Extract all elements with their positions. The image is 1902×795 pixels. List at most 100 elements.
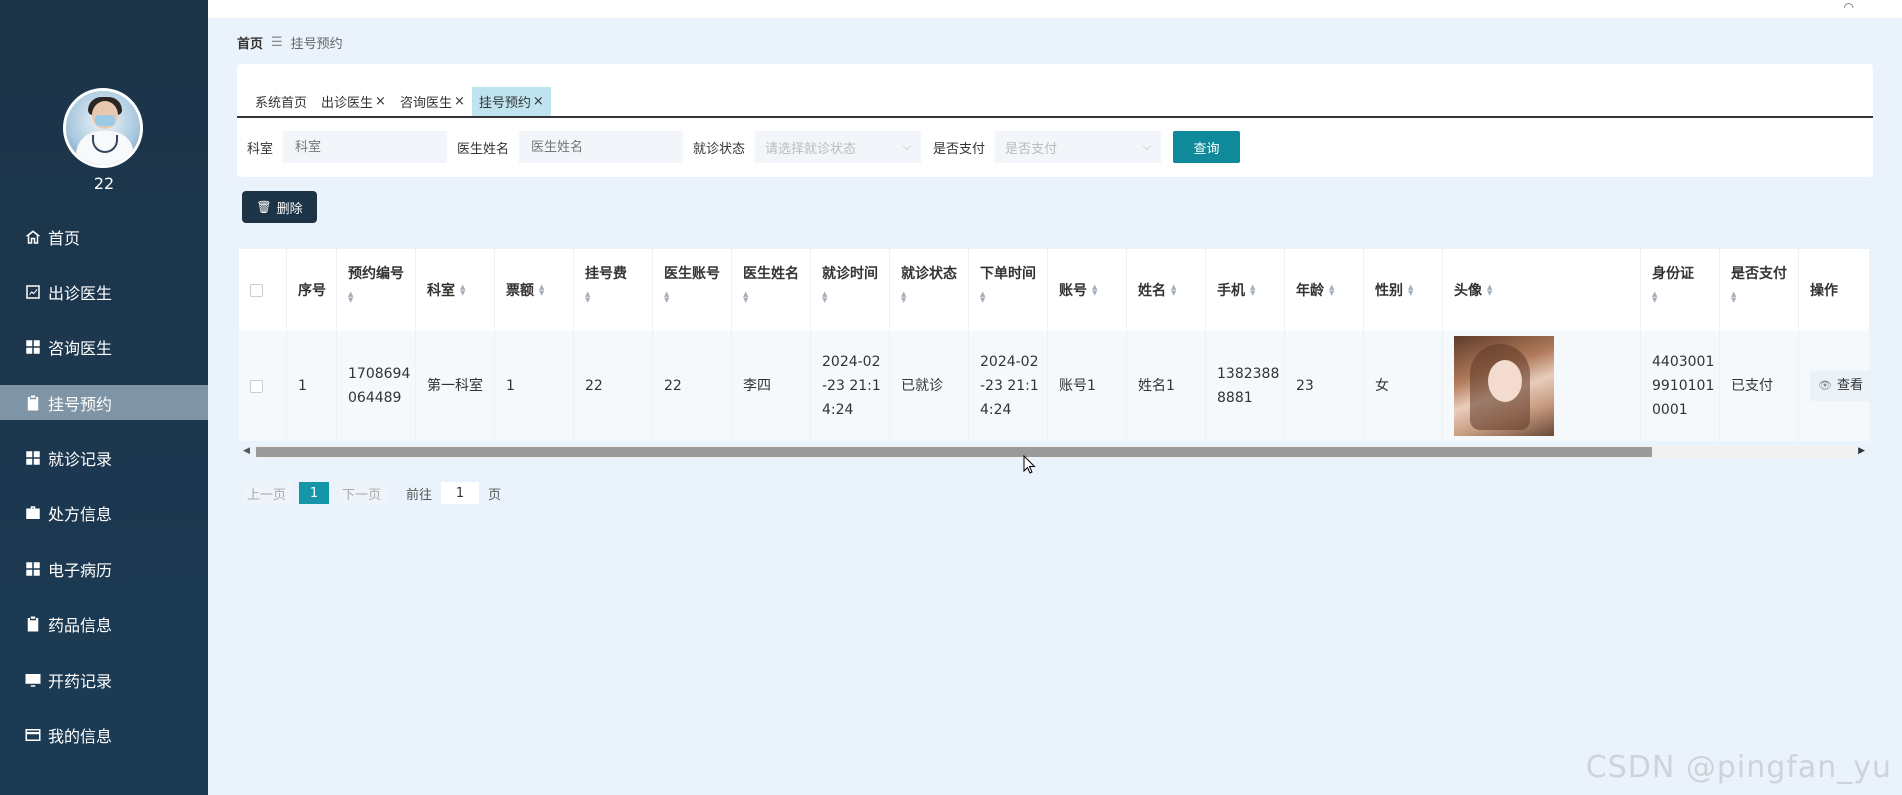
header-cell: 序号 [287, 249, 337, 331]
sidebar-item-label: 开药记录 [48, 671, 113, 691]
table-header: 序号 预约编号 ▲ ▼ 科室 ▲ ▼ 票额 ▲ ▼ 挂号费 ▲ ▼ 医生账号 ▲ ▼ 医生姓名 ▲ ▼ … [239, 249, 1869, 331]
tab-appointment[interactable]: 挂号预约 × [471, 87, 551, 116]
header-cell[interactable]: 票额 ▲ ▼ [495, 249, 574, 331]
sort-icon: ▲ ▼ [539, 283, 545, 297]
header-cell[interactable]: 身份证 ▲ ▼ [1641, 249, 1720, 331]
pagination: 上一页 1 下一页 前往 页 [242, 482, 501, 504]
header-cell[interactable]: 年龄 ▲ ▼ [1285, 249, 1364, 331]
department-input[interactable] [283, 131, 448, 163]
sidebar-item-visit-records[interactable]: 就诊记录 [0, 441, 208, 476]
cell-phone: 1382388 8881 [1206, 331, 1285, 441]
goto-page-input[interactable] [441, 482, 480, 504]
sidebar-item-prescriptions[interactable]: 处方信息 [0, 496, 208, 531]
header-cell[interactable]: 是否支付 ▲ ▼ [1720, 249, 1799, 331]
user-menu-icon[interactable]: ◠ [1844, 0, 1854, 14]
sidebar-item-consult-doctors[interactable]: 咨询医生 [0, 330, 208, 365]
scrollbar-thumb[interactable] [256, 447, 1652, 457]
top-header-bar [208, 0, 1902, 18]
paid-select[interactable]: 是否支付 ⌵ [995, 131, 1162, 163]
mouse-cursor-icon [1023, 455, 1036, 474]
header-cell: 操作 [1799, 249, 1869, 331]
briefcase-icon [24, 504, 42, 522]
header-cell[interactable]: 姓名 ▲ ▼ [1127, 249, 1206, 331]
header-cell[interactable]: 预约编号 ▲ ▼ [337, 249, 416, 331]
close-icon[interactable]: × [454, 94, 465, 109]
sidebar-item-emr[interactable]: 电子病历 [0, 551, 208, 586]
sort-icon: ▲ ▼ [1408, 283, 1414, 297]
header-cell[interactable]: 挂号费 ▲ ▼ [574, 249, 653, 331]
table-row: 1 1708694 064489 第一科室 1 22 22 李四 2024-02… [239, 331, 1869, 441]
delete-label: 删除 [276, 201, 303, 217]
eye-icon: 👁 [1818, 379, 1832, 392]
chart-icon [24, 283, 42, 301]
row-checkbox[interactable] [250, 379, 263, 393]
visit-status-select[interactable]: 请选择就诊状态 ⌵ [755, 131, 922, 163]
header-cell[interactable]: 头像 ▲ ▼ [1443, 249, 1641, 331]
tab-system-home[interactable]: 系统首页 [248, 87, 314, 116]
header-cell[interactable]: 医生账号 ▲ ▼ [653, 249, 732, 331]
header-cell[interactable]: 账号 ▲ ▼ [1048, 249, 1127, 331]
paid-label: 是否支付 [933, 141, 986, 157]
header-cell[interactable]: 就诊状态 ▲ ▼ [890, 249, 969, 331]
cell-doctor-account: 22 [653, 331, 732, 441]
page-1-button[interactable]: 1 [299, 482, 330, 504]
scroll-right-icon[interactable]: ▶ [1858, 446, 1865, 456]
trash-icon: 🗑 [256, 200, 272, 214]
goto-label: 前往 [406, 487, 433, 503]
sidebar-item-label: 处方信息 [48, 505, 113, 525]
sidebar-item-label: 药品信息 [48, 616, 113, 636]
header-cell[interactable]: 就诊时间 ▲ ▼ [811, 249, 890, 331]
header-cell[interactable]: 科室 ▲ ▼ [416, 249, 495, 331]
cell-age: 23 [1285, 331, 1364, 441]
breadcrumb-home[interactable]: 首页 [237, 33, 263, 52]
sort-icon: ▲ ▼ [743, 290, 749, 304]
cell-actions: 👁 查看 [1799, 331, 1869, 441]
cell-visit-time: 2024-02 -23 21:1 4:24 [811, 331, 890, 441]
doctor-name-input[interactable] [519, 131, 684, 163]
sort-icon: ▲ ▼ [1652, 290, 1658, 304]
cell-visit-status: 已就诊 [890, 331, 969, 441]
grid-icon [24, 338, 42, 356]
avatar[interactable] [63, 88, 143, 168]
table-horizontal-scrollbar[interactable]: ◀ ▶ [239, 446, 1869, 458]
sidebar-item-visiting-doctors[interactable]: 出诊医生 [0, 274, 208, 309]
tab-bar: 系统首页 出诊医生 × 咨询医生 × 挂号预约 × [248, 87, 551, 116]
cell-doctor-name: 李四 [732, 331, 811, 441]
sort-icon: ▲ ▼ [1487, 283, 1493, 297]
delete-button[interactable]: 🗑 删除 [242, 191, 317, 223]
header-select-all[interactable] [239, 249, 287, 331]
cell-avatar [1443, 331, 1641, 441]
visit-status-label: 就诊状态 [693, 141, 746, 157]
sidebar-item-medicines[interactable]: 药品信息 [0, 607, 208, 642]
sort-icon: ▲ ▼ [1731, 290, 1737, 304]
tab-label: 挂号预约 [478, 96, 531, 111]
header-cell[interactable]: 手机 ▲ ▼ [1206, 249, 1285, 331]
avatar-photo[interactable] [1454, 336, 1554, 436]
tab-consult-doctors[interactable]: 咨询医生 × [393, 87, 472, 116]
tab-visiting-doctors[interactable]: 出诊医生 × [314, 87, 393, 116]
sidebar-item-home[interactable]: 首页 [0, 219, 208, 254]
appointments-table: 序号 预约编号 ▲ ▼ 科室 ▲ ▼ 票额 ▲ ▼ 挂号费 ▲ ▼ 医生账号 ▲ ▼ 医生姓名 ▲ ▼ … [239, 249, 1869, 441]
sidebar-item-prescribe-records[interactable]: 开药记录 [0, 662, 208, 697]
header-cell[interactable]: 下单时间 ▲ ▼ [969, 249, 1048, 331]
visit-status-placeholder: 请选择就诊状态 [765, 141, 857, 157]
sidebar-item-appointment[interactable]: 挂号预约 [0, 385, 208, 421]
cell-id-card: 4403001 9910101 0001 [1641, 331, 1720, 441]
cell-fee: 22 [574, 331, 653, 441]
breadcrumb: 首页 ☰ 挂号预约 [237, 33, 343, 52]
close-icon[interactable]: × [533, 94, 544, 109]
row-select-cell[interactable] [239, 331, 287, 441]
prev-page-button[interactable]: 上一页 [242, 482, 292, 504]
header-cell[interactable]: 性别 ▲ ▼ [1364, 249, 1443, 331]
sidebar-item-label: 挂号预约 [48, 394, 113, 414]
username: 22 [93, 174, 115, 193]
query-button[interactable]: 查询 [1173, 131, 1241, 163]
view-button[interactable]: 👁 查看 [1810, 371, 1869, 401]
select-all-checkbox[interactable] [250, 283, 263, 297]
next-page-button[interactable]: 下一页 [337, 482, 387, 504]
scroll-left-icon[interactable]: ◀ [243, 446, 250, 456]
header-cell[interactable]: 医生姓名 ▲ ▼ [732, 249, 811, 331]
close-icon[interactable]: × [375, 94, 386, 109]
sidebar-item-my-info[interactable]: 我的信息 [0, 718, 208, 753]
breadcrumb-current: 挂号预约 [290, 37, 343, 52]
